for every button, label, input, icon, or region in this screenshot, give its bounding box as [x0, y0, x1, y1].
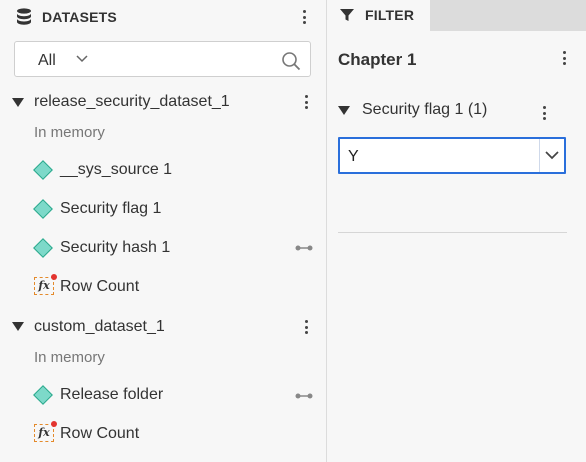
field-item[interactable]: Security hash 1 [33, 233, 324, 263]
datasets-panel: DATASETS All release_security_dataset_1 … [0, 0, 327, 462]
dimension-icon [33, 199, 53, 219]
filter-panel: FILTER Chapter 1 Security flag 1 (1) Y [328, 0, 586, 462]
dataset-name[interactable]: custom_dataset_1 [34, 318, 165, 336]
field-item[interactable]: __sys_source 1 [33, 155, 324, 185]
filter-name: Security flag 1 (1) [362, 101, 488, 118]
field-item[interactable]: fx Row Count [34, 419, 324, 449]
chevron-down-icon[interactable] [545, 151, 559, 160]
field-label: Security hash 1 [60, 239, 171, 256]
link-icon [295, 393, 313, 399]
dataset-filter-search[interactable]: All [14, 41, 311, 77]
divider [338, 232, 567, 233]
field-label: Security flag 1 [60, 200, 162, 217]
dataset-filter-select[interactable]: All [38, 52, 56, 70]
field-label: __sys_source 1 [60, 161, 173, 178]
dataset-status: In memory [34, 349, 105, 366]
chapter-title: Chapter 1 [338, 50, 417, 69]
dataset-status: In memory [34, 124, 105, 141]
field-label: Row Count [60, 425, 140, 442]
select-separator [539, 139, 540, 172]
chevron-down-icon[interactable] [76, 55, 88, 63]
datasets-menu-icon[interactable] [298, 7, 310, 27]
calculated-field-icon: fx [34, 421, 57, 442]
tab-filter-label: FILTER [365, 7, 415, 23]
funnel-icon [340, 9, 354, 21]
calculated-field-icon: fx [34, 274, 57, 295]
field-label: Row Count [60, 278, 140, 295]
field-label: Release folder [60, 386, 164, 403]
link-icon [295, 245, 313, 251]
field-item[interactable]: fx Row Count [34, 272, 324, 302]
dataset-menu-icon[interactable] [300, 317, 312, 337]
datasets-title: DATASETS [42, 9, 117, 25]
datasets-header: DATASETS [0, 0, 327, 34]
collapse-toggle-icon[interactable] [338, 106, 350, 116]
dimension-icon [33, 160, 53, 180]
tab-filter[interactable]: FILTER [328, 0, 430, 31]
field-item[interactable]: Security flag 1 [33, 194, 324, 224]
expand-toggle-icon[interactable] [12, 98, 24, 108]
chapter-menu-icon[interactable] [558, 48, 570, 68]
field-item[interactable]: Release folder [33, 380, 324, 410]
dimension-icon [33, 385, 53, 405]
database-icon [17, 8, 31, 25]
filter-selected-value: Y [348, 148, 359, 165]
search-icon[interactable] [281, 51, 301, 71]
dataset-name[interactable]: release_security_dataset_1 [34, 93, 230, 111]
dimension-icon [33, 238, 53, 258]
filter-tab-bar: FILTER [328, 0, 586, 31]
filter-value-select[interactable]: Y [338, 137, 566, 174]
dataset-menu-icon[interactable] [300, 92, 312, 112]
expand-toggle-icon[interactable] [12, 322, 24, 332]
filter-menu-icon[interactable] [538, 103, 550, 123]
